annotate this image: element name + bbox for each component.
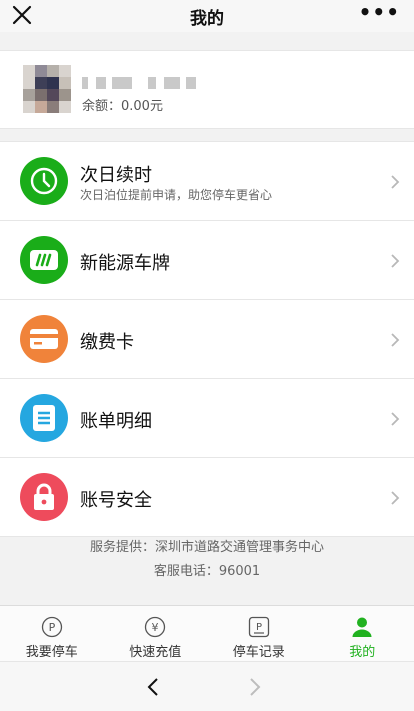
back-arrow-icon[interactable] — [146, 677, 160, 697]
profile-card[interactable]: 余额：0.00元 — [0, 50, 414, 129]
parking-square-icon: P — [248, 616, 269, 638]
chevron-right-icon — [391, 254, 400, 268]
menu-item-title: 缴费卡 — [80, 332, 134, 353]
tab-parking-records[interactable]: P 停车记录 — [207, 606, 311, 661]
menu-item-title: 次日续时 — [80, 165, 152, 186]
person-icon — [352, 617, 372, 637]
hotline-text[interactable]: 客服电话：96001 — [0, 560, 414, 579]
menu-item-account-security[interactable]: 账号安全 — [0, 458, 414, 537]
lock-icon — [20, 473, 68, 521]
new-energy-plate-icon — [20, 236, 68, 284]
menu-item-title: 账号安全 — [80, 490, 152, 511]
svg-text:P: P — [48, 621, 55, 634]
card-icon — [20, 315, 68, 363]
more-dots-icon[interactable]: ••• — [359, 0, 400, 24]
tab-mine[interactable]: 我的 — [311, 606, 414, 661]
menu-item-next-day-renewal[interactable]: 次日续时 次日泊位提前申请，助您停车更省心 — [0, 142, 414, 221]
tab-recharge[interactable]: ¥ 快速充值 — [104, 606, 208, 661]
menu-list: 次日续时 次日泊位提前申请，助您停车更省心 新能源车牌 缴费卡 账单明细 账号安… — [0, 141, 414, 537]
username-blurred — [82, 77, 200, 91]
tab-label: 停车记录 — [232, 645, 285, 660]
tab-park[interactable]: P 我要停车 — [0, 606, 104, 661]
parking-circle-icon: P — [41, 616, 62, 638]
menu-item-subtitle: 次日泊位提前申请，助您停车更省心 — [80, 188, 273, 202]
menu-item-title: 账单明细 — [80, 411, 152, 432]
chevron-right-icon — [391, 333, 400, 347]
forward-arrow-icon[interactable] — [248, 677, 262, 697]
yen-circle-icon: ¥ — [145, 616, 166, 638]
svg-text:¥: ¥ — [152, 621, 159, 634]
tab-label: 快速充值 — [129, 645, 182, 660]
browser-nav-bar — [0, 661, 414, 711]
chevron-right-icon — [391, 491, 400, 505]
service-provider-text: 服务提供：深圳市道路交通管理事务中心 — [89, 540, 324, 555]
chevron-right-icon — [391, 175, 400, 189]
page-title: 我的 — [190, 9, 224, 29]
clock-icon — [20, 157, 68, 205]
menu-item-payment-card[interactable]: 缴费卡 — [0, 300, 414, 379]
tab-label: 我要停车 — [25, 645, 78, 660]
svg-text:P: P — [256, 622, 262, 633]
title-bar: 我的 ••• — [0, 0, 414, 32]
bill-list-icon — [20, 394, 68, 442]
balance-text: 余额：0.00元 — [82, 99, 163, 114]
bottom-tab-bar: P 我要停车 ¥ 快速充值 P 停车记录 我的 — [0, 605, 414, 661]
menu-item-bill-details[interactable]: 账单明细 — [0, 379, 414, 458]
menu-item-new-energy-plate[interactable]: 新能源车牌 — [0, 221, 414, 300]
chevron-right-icon — [391, 412, 400, 426]
menu-item-title: 新能源车牌 — [80, 253, 170, 274]
avatar[interactable] — [23, 65, 71, 113]
tab-label: 我的 — [349, 645, 376, 660]
